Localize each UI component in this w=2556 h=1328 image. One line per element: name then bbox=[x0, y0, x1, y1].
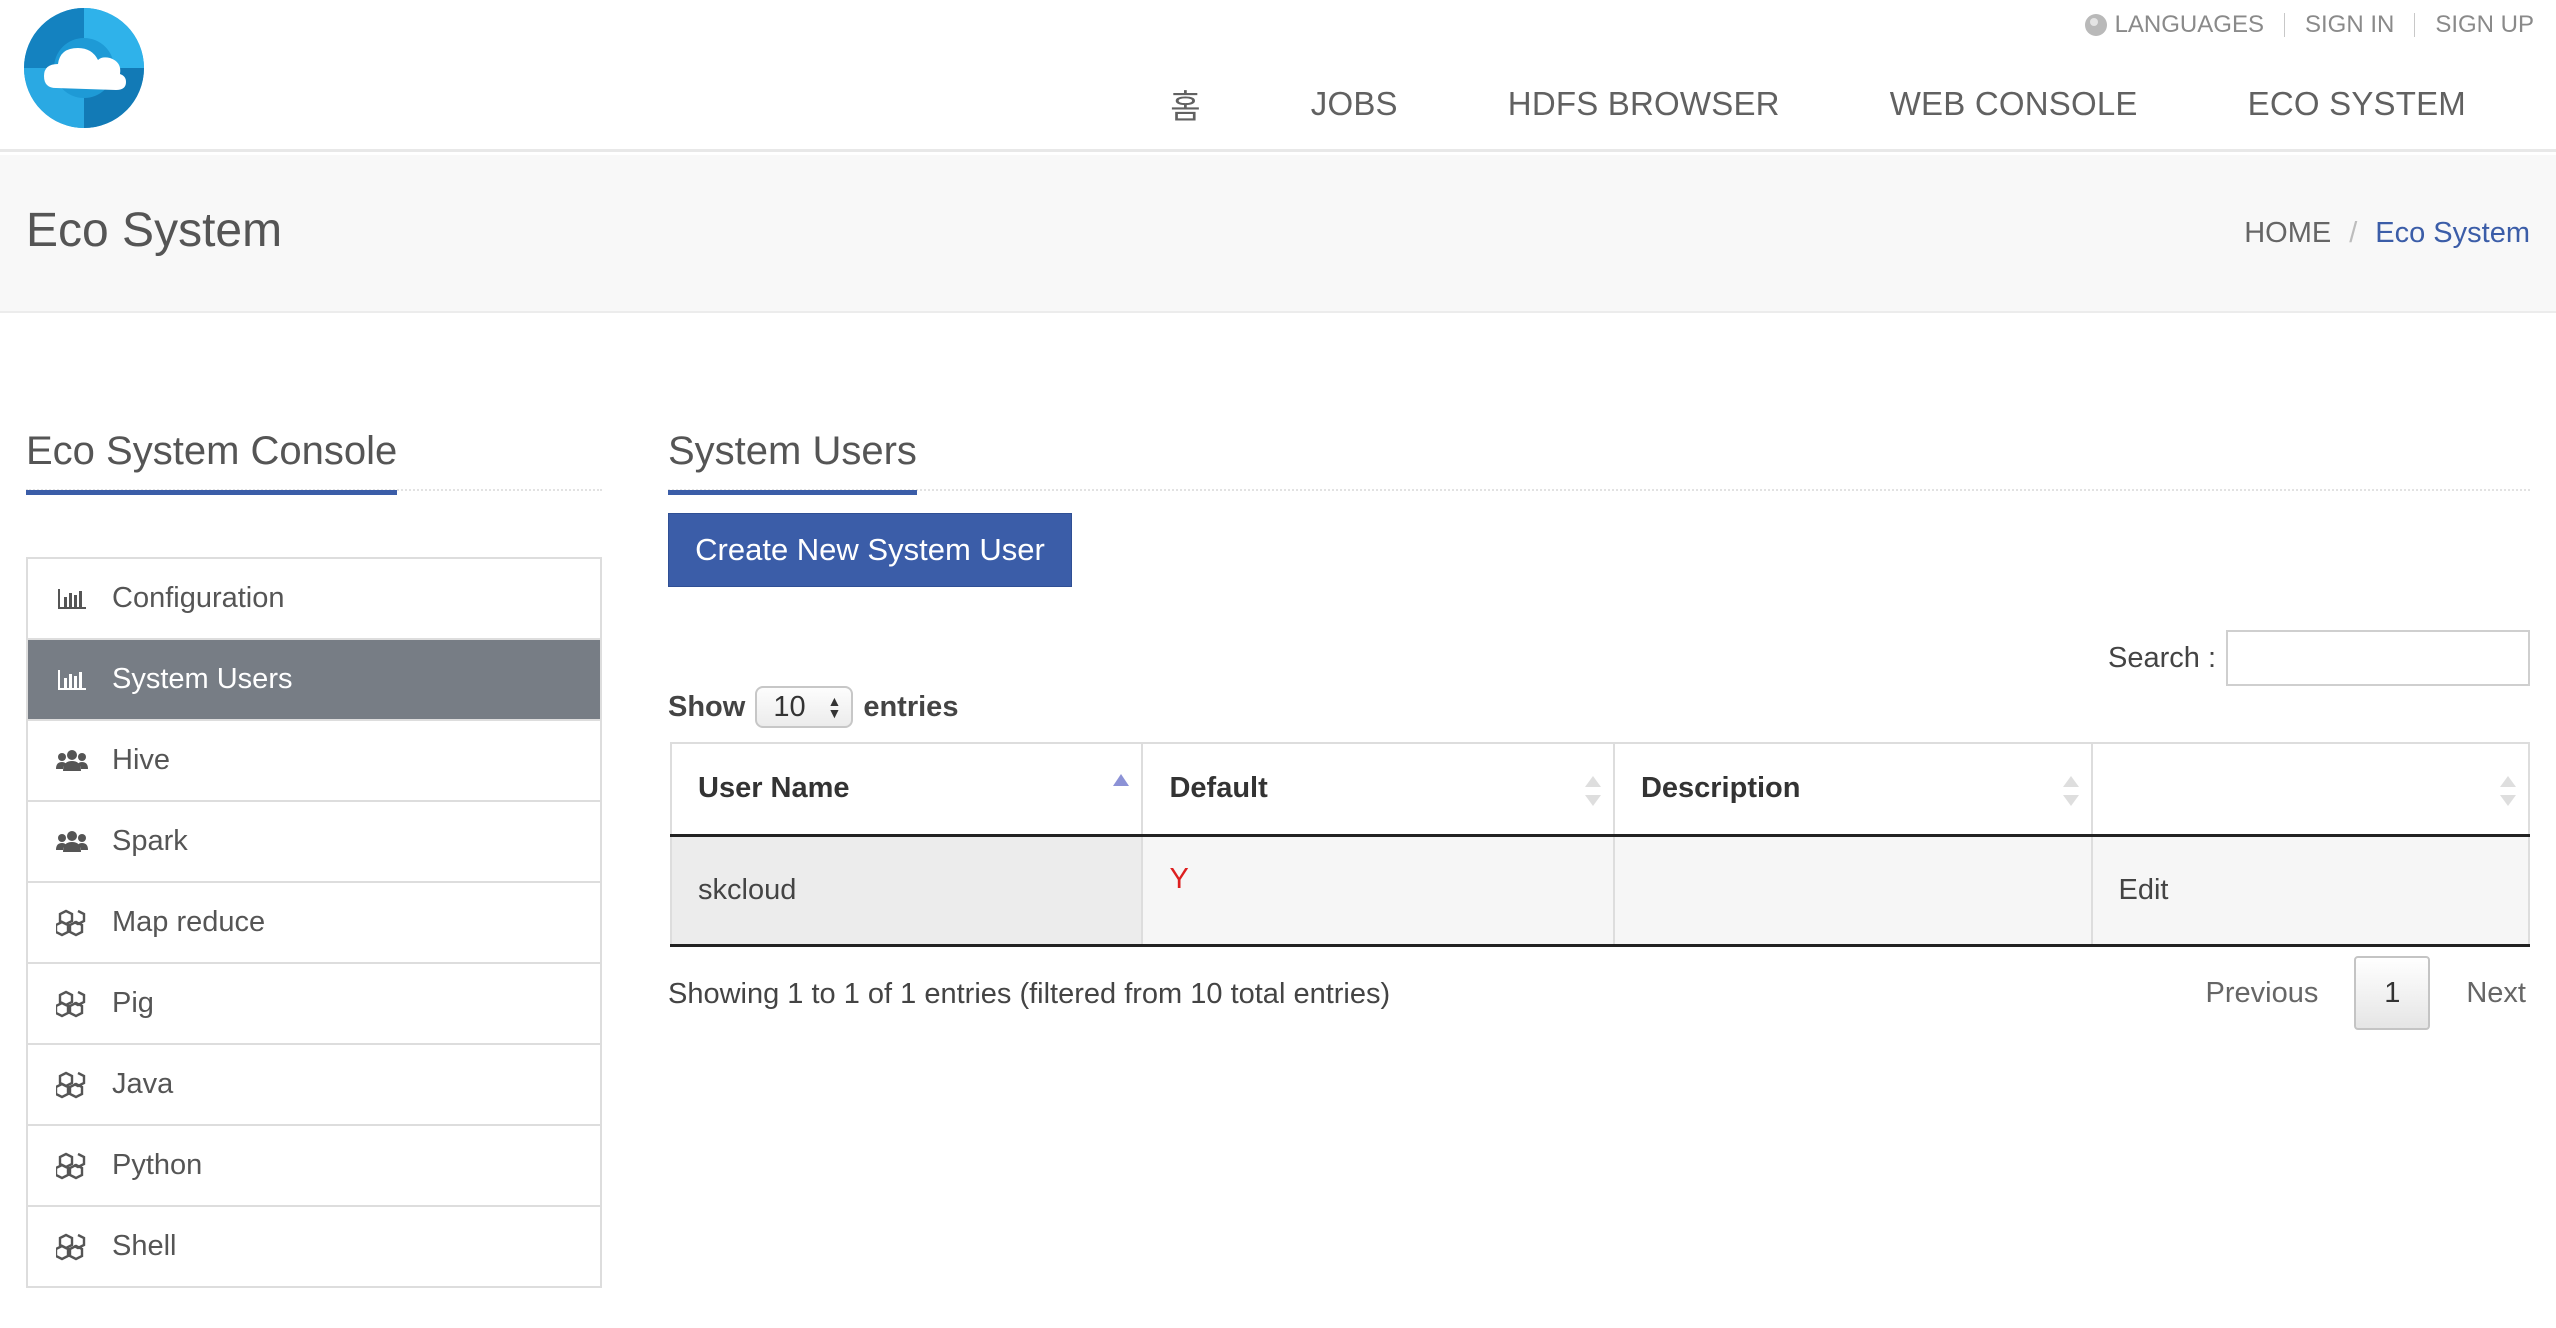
page-length-control: Show 10 ▲ ▼ entries bbox=[668, 686, 958, 728]
sort-both-icon bbox=[2500, 776, 2516, 806]
top-utility-bar: LANGUAGES SIGN IN SIGN UP bbox=[2084, 10, 2534, 40]
sidebar-item-label: Pig bbox=[112, 987, 154, 1019]
nav-home[interactable]: 홈 bbox=[1170, 80, 1201, 128]
sidebar-item-java[interactable]: Java bbox=[28, 1045, 600, 1126]
nav-jobs[interactable]: JOBS bbox=[1311, 85, 1398, 123]
cell-user-name: skcloud bbox=[669, 834, 1144, 947]
show-label: Show bbox=[668, 690, 746, 723]
sidebar-item-label: System Users bbox=[112, 663, 293, 695]
cell-action: Edit bbox=[2090, 834, 2530, 947]
logo-cloud-icon[interactable] bbox=[22, 6, 146, 130]
sidebar-menu: Configuration System Users Hive Spark Ma… bbox=[26, 557, 602, 1288]
divider bbox=[2414, 13, 2416, 37]
column-header-user-name[interactable]: User Name bbox=[669, 742, 1144, 837]
sidebar-item-hive[interactable]: Hive bbox=[28, 721, 600, 802]
sidebar-item-label: Python bbox=[112, 1149, 203, 1181]
column-header-description[interactable]: Description bbox=[1612, 742, 2093, 837]
sidebar-item-pig[interactable]: Pig bbox=[28, 964, 600, 1045]
cell-description bbox=[1612, 834, 2093, 947]
previous-page-button[interactable]: Previous bbox=[2170, 977, 2355, 1010]
page-title: Eco System bbox=[26, 204, 283, 257]
divider bbox=[2283, 13, 2285, 37]
system-users-table: User Name Default Description skcloud Y bbox=[669, 742, 2530, 947]
sidebar-item-label: Configuration bbox=[112, 582, 285, 614]
column-label: User Name bbox=[698, 772, 850, 805]
cubes-icon bbox=[56, 1152, 88, 1180]
select-arrows-icon: ▲ ▼ bbox=[827, 693, 842, 721]
breadcrumb-current: Eco System bbox=[2375, 217, 2530, 249]
sidebar-item-label: Map reduce bbox=[112, 906, 266, 938]
users-icon bbox=[56, 828, 88, 856]
sort-ascending-icon bbox=[1113, 774, 1130, 788]
sort-both-icon bbox=[1584, 776, 1601, 806]
table-info: Showing 1 to 1 of 1 entries (filtered fr… bbox=[668, 978, 1391, 1010]
breadcrumb-home[interactable]: HOME bbox=[2244, 217, 2331, 250]
column-label: Default bbox=[1169, 772, 1268, 805]
page-length-value: 10 bbox=[773, 690, 806, 723]
next-page-button[interactable]: Next bbox=[2430, 977, 2526, 1010]
search-label: Search : bbox=[2108, 641, 2216, 674]
main-nav: 홈 JOBS HDFS BROWSER WEB CONSOLE ECO SYST… bbox=[1170, 80, 2466, 128]
page-title-bar: Eco System HOME / Eco System bbox=[0, 155, 2556, 313]
page-length-select[interactable]: 10 ▲ ▼ bbox=[755, 686, 854, 728]
sidebar-item-label: Java bbox=[112, 1068, 174, 1100]
sidebar-item-system-users[interactable]: System Users bbox=[28, 640, 600, 721]
nav-eco-system[interactable]: ECO SYSTEM bbox=[2248, 85, 2466, 123]
sidebar-item-label: Spark bbox=[112, 825, 188, 857]
table-search: Search : bbox=[2108, 630, 2530, 686]
sidebar-heading: Eco System Console bbox=[26, 425, 602, 495]
edit-link[interactable]: Edit bbox=[2119, 874, 2169, 906]
sidebar-item-label: Hive bbox=[112, 744, 171, 776]
section-heading-text: System Users bbox=[668, 429, 917, 495]
page-number-button[interactable]: 1 bbox=[2354, 956, 2431, 1030]
sidebar-item-configuration[interactable]: Configuration bbox=[28, 559, 600, 640]
sidebar-item-spark[interactable]: Spark bbox=[28, 802, 600, 883]
create-system-user-button[interactable]: Create New System User bbox=[668, 513, 1072, 587]
breadcrumb-separator: / bbox=[2349, 217, 2358, 249]
languages-link[interactable]: LANGUAGES bbox=[2115, 11, 2264, 39]
search-input[interactable] bbox=[2226, 630, 2530, 686]
cell-default: Y bbox=[1141, 834, 1615, 947]
cubes-icon bbox=[56, 909, 88, 937]
sort-both-icon bbox=[2062, 776, 2079, 806]
table-row: skcloud Y Edit bbox=[669, 834, 2530, 947]
cubes-icon bbox=[56, 1233, 88, 1261]
section-heading: System Users bbox=[668, 425, 2530, 495]
pagination: Previous 1 Next bbox=[2170, 956, 2526, 1030]
nav-web-console[interactable]: WEB CONSOLE bbox=[1890, 85, 2138, 123]
nav-hdfs-browser[interactable]: HDFS BROWSER bbox=[1508, 85, 1780, 123]
bar-chart-icon bbox=[56, 666, 88, 694]
sidebar-heading-text: Eco System Console bbox=[26, 429, 398, 495]
sign-up-link[interactable]: SIGN UP bbox=[2435, 11, 2534, 39]
column-header-default[interactable]: Default bbox=[1141, 742, 1615, 837]
breadcrumb: HOME / Eco System bbox=[2244, 217, 2530, 250]
globe-icon bbox=[2084, 14, 2107, 36]
bar-chart-icon bbox=[56, 585, 88, 613]
sidebar-item-python[interactable]: Python bbox=[28, 1126, 600, 1207]
sidebar-item-shell[interactable]: Shell bbox=[28, 1207, 600, 1288]
cubes-icon bbox=[56, 990, 88, 1018]
entries-label: entries bbox=[863, 690, 959, 723]
column-header-actions[interactable] bbox=[2090, 742, 2530, 837]
sign-in-link[interactable]: SIGN IN bbox=[2305, 11, 2394, 39]
sidebar-item-label: Shell bbox=[112, 1230, 177, 1262]
column-label: Description bbox=[1640, 772, 1801, 805]
users-icon bbox=[56, 747, 88, 775]
site-header: LANGUAGES SIGN IN SIGN UP 홈 JOBS HDFS BR… bbox=[0, 0, 2556, 152]
sidebar-item-map-reduce[interactable]: Map reduce bbox=[28, 883, 600, 964]
table-header-row: User Name Default Description bbox=[669, 742, 2530, 837]
cubes-icon bbox=[56, 1071, 88, 1099]
